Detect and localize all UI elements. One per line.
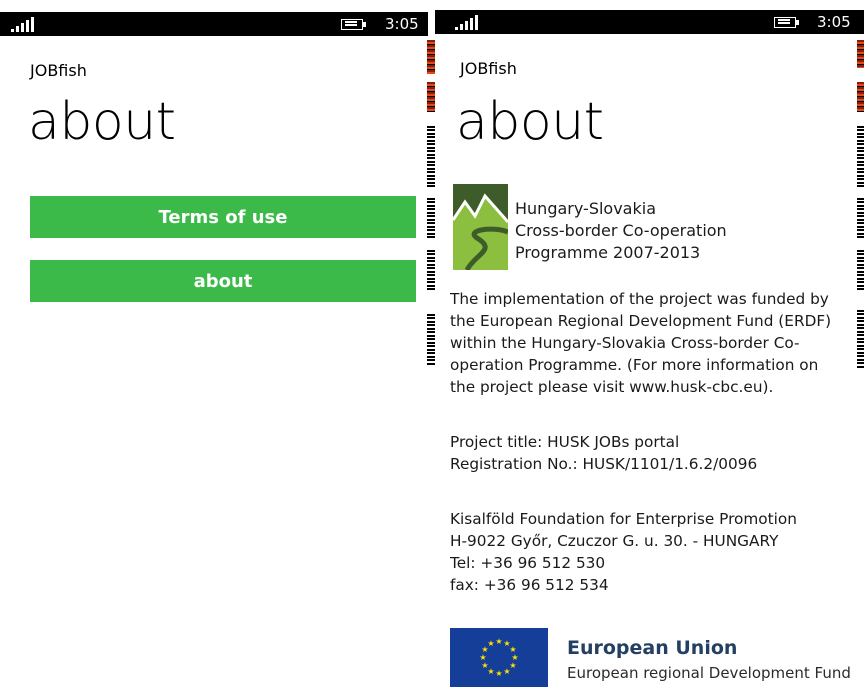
edge-artifact — [857, 40, 864, 68]
svg-text:★: ★ — [495, 669, 502, 678]
paragraph-line: the project please visit www.husk-cbc.eu… — [450, 378, 774, 396]
eu-flag-logo: ★ ★★ ★★★ ★★★ ★★★ — [450, 628, 548, 687]
page-title: about — [456, 92, 604, 152]
registration-number: Registration No.: HUSK/1101/1.6.2/0096 — [450, 455, 758, 473]
svg-text:★: ★ — [479, 653, 486, 662]
eu-title: European Union — [567, 637, 738, 659]
edge-artifact — [857, 126, 864, 188]
eu-subtitle: European regional Development Fund — [567, 664, 851, 682]
programme-line: Cross-border Co-operation — [515, 221, 727, 240]
svg-text:★: ★ — [481, 661, 488, 670]
app-name: JOBfish — [30, 61, 87, 80]
battery-charging-icon — [341, 19, 369, 30]
svg-text:★: ★ — [487, 639, 494, 648]
contact-info: Kisalföld Foundation for Enterprise Prom… — [450, 508, 797, 596]
fax: fax: +36 96 512 534 — [450, 576, 609, 594]
address: H-9022 Győr, Czuczor G. u. 30. - HUNGARY — [450, 532, 779, 550]
husk-programme-name: Hungary-Slovakia Cross-border Co-operati… — [515, 198, 727, 264]
terms-of-use-button[interactable]: Terms of use — [30, 196, 416, 238]
about-button[interactable]: about — [30, 260, 416, 302]
paragraph-line: the European Regional Development Fund (… — [450, 312, 832, 330]
paragraph-line: within the Hungary-Slovakia Cross-border… — [450, 334, 800, 352]
paragraph-line: The implementation of the project was fu… — [450, 290, 829, 308]
edge-artifact — [427, 82, 435, 112]
status-bar: 3:05 — [0, 12, 428, 36]
about-menu-screen: 3:05 JOBfish about Terms of use about — [0, 0, 428, 687]
paragraph-line: operation Programme. (For more informati… — [450, 356, 819, 374]
organization-name: Kisalföld Foundation for Enterprise Prom… — [450, 510, 797, 528]
edge-artifact — [427, 198, 435, 240]
edge-artifact — [857, 198, 864, 240]
status-time: 3:05 — [817, 13, 851, 31]
edge-artifact — [427, 250, 435, 292]
svg-text:★: ★ — [503, 667, 510, 676]
husk-programme-logo — [453, 184, 508, 270]
programme-line: Hungary-Slovakia — [515, 199, 656, 218]
programme-line: Programme 2007-2013 — [515, 243, 701, 262]
telephone: Tel: +36 96 512 530 — [450, 554, 606, 572]
project-info: Project title: HUSK JOBs portal Registra… — [450, 431, 757, 475]
signal-strength-icon — [455, 15, 479, 30]
status-time: 3:05 — [385, 15, 419, 33]
status-bar: 3:05 — [435, 10, 864, 34]
app-name: JOBfish — [460, 59, 517, 78]
signal-strength-icon — [11, 17, 35, 32]
funding-paragraph: The implementation of the project was fu… — [450, 288, 831, 398]
edge-artifact — [427, 314, 435, 366]
battery-charging-icon — [774, 17, 802, 28]
edge-artifact — [857, 250, 864, 292]
edge-artifact — [857, 310, 864, 368]
edge-artifact — [857, 82, 864, 112]
page-title: about — [28, 92, 176, 152]
svg-text:★: ★ — [495, 637, 502, 646]
project-title: Project title: HUSK JOBs portal — [450, 433, 680, 451]
edge-artifact — [427, 126, 435, 188]
edge-artifact — [427, 40, 435, 74]
